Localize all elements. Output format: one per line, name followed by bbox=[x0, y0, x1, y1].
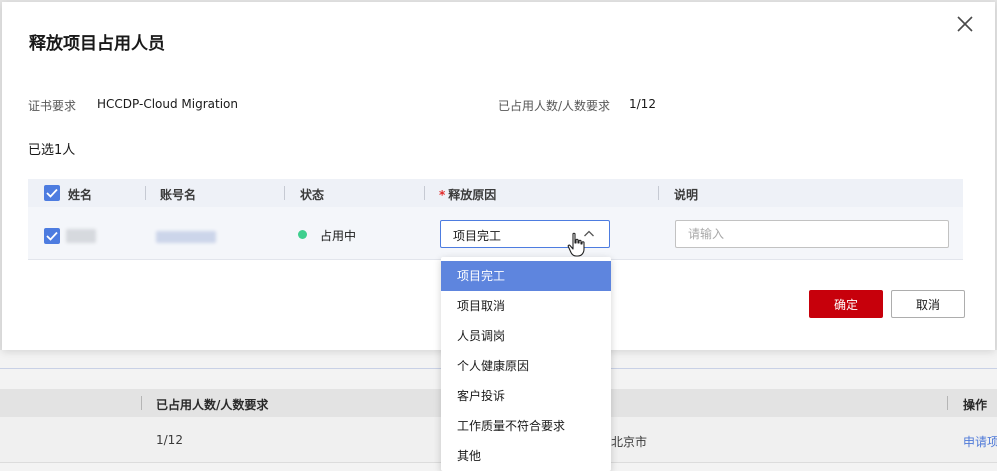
table-row: 占用中 项目完工 bbox=[28, 207, 963, 260]
required-star-icon: * bbox=[439, 188, 446, 202]
header-reason: * 释放原因 bbox=[439, 186, 496, 203]
background-col-separator bbox=[947, 396, 948, 410]
header-separator bbox=[658, 186, 659, 200]
header-reason-label: 释放原因 bbox=[448, 188, 497, 202]
release-reason-select[interactable]: 项目完工 bbox=[440, 220, 610, 248]
header-name: 姓名 bbox=[68, 188, 93, 202]
header-separator bbox=[424, 186, 425, 200]
status-text: 占用中 bbox=[320, 229, 357, 243]
release-reason-dropdown: 项目完工 项目取消 人员调岗 个人健康原因 客户投诉 工作质量不符合要求 其他 bbox=[441, 257, 611, 471]
occupied-count-label: 已占用人数/人数要求 bbox=[498, 99, 611, 113]
cancel-button[interactable]: 取消 bbox=[891, 290, 965, 318]
background-header-action: 操作 bbox=[963, 398, 988, 412]
confirm-button[interactable]: 确定 bbox=[809, 290, 883, 318]
dropdown-option[interactable]: 项目完工 bbox=[441, 261, 611, 291]
blurred-account bbox=[156, 231, 216, 243]
cert-requirement-label: 证书要求 bbox=[28, 99, 77, 113]
background-row-action-link[interactable]: 申请项 bbox=[963, 433, 997, 450]
header-note: 说明 bbox=[674, 188, 699, 202]
header-account: 账号名 bbox=[160, 188, 197, 202]
background-row-city: 北京市 bbox=[611, 435, 648, 449]
header-separator bbox=[284, 186, 285, 200]
header-status: 状态 bbox=[300, 188, 325, 202]
dropdown-option[interactable]: 项目取消 bbox=[441, 291, 611, 321]
dropdown-option[interactable]: 客户投诉 bbox=[441, 381, 611, 411]
background-header-occupied: 已占用人数/人数要求 bbox=[156, 398, 269, 412]
status-dot-icon bbox=[298, 230, 307, 239]
background-col-separator bbox=[141, 396, 142, 410]
close-button[interactable] bbox=[953, 12, 977, 36]
check-icon bbox=[46, 231, 58, 241]
note-input[interactable] bbox=[675, 220, 949, 248]
chevron-up-icon bbox=[584, 230, 594, 237]
dropdown-option[interactable]: 其他 bbox=[441, 441, 611, 471]
selected-count: 已选1人 bbox=[28, 143, 76, 158]
header-separator bbox=[145, 186, 146, 200]
occupied-count-value: 1/12 bbox=[629, 97, 656, 111]
row-checkbox[interactable] bbox=[44, 228, 60, 244]
table-header: 姓名 账号名 状态 * 释放原因 说明 bbox=[28, 179, 963, 207]
background-row-occupied: 1/12 bbox=[156, 433, 183, 447]
dropdown-option[interactable]: 工作质量不符合要求 bbox=[441, 411, 611, 441]
dialog-title: 释放项目占用人员 bbox=[29, 34, 165, 54]
select-all-checkbox[interactable] bbox=[44, 185, 60, 201]
check-icon bbox=[46, 188, 58, 198]
dropdown-option[interactable]: 个人健康原因 bbox=[441, 351, 611, 381]
dropdown-option[interactable]: 人员调岗 bbox=[441, 321, 611, 351]
release-reason-value: 项目完工 bbox=[453, 229, 502, 243]
blurred-name bbox=[66, 229, 96, 243]
cert-requirement-value: HCCDP-Cloud Migration bbox=[97, 97, 238, 111]
close-icon bbox=[957, 16, 973, 32]
